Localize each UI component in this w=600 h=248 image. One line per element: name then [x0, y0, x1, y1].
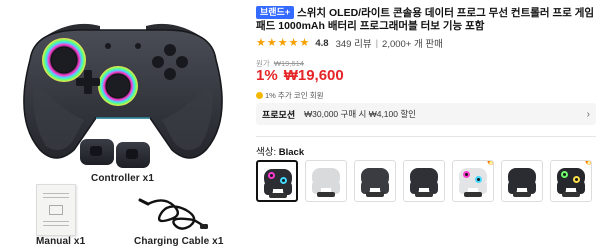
- coin-icon: [256, 92, 263, 99]
- color-swatch[interactable]: 🔥: [550, 160, 592, 202]
- color-swatch[interactable]: [305, 160, 347, 202]
- chevron-right-icon: ›: [586, 108, 590, 120]
- separator-dot: |: [375, 37, 379, 49]
- color-value: Black: [278, 147, 305, 158]
- rating-row: ★ ★ ★ ★ ★ 4.8 349 리뷰 | 2,000+ 개 판매: [256, 36, 443, 50]
- coin-text: 1% 추가 코인 회원: [265, 91, 324, 100]
- color-swatch[interactable]: 🔥: [452, 160, 494, 202]
- caption-manual: Manual x1: [36, 236, 86, 247]
- flame-icon: 🔥: [486, 161, 493, 165]
- swatch-accessory: [269, 193, 287, 198]
- rating-value: 4.8: [315, 37, 329, 49]
- caption-cable: Charging Cable x1: [134, 236, 224, 247]
- coin-row: 1% 추가 코인 회원: [256, 90, 324, 101]
- swatch-accessory: [415, 192, 433, 197]
- color-swatches: 🔥🔥: [256, 160, 592, 202]
- swatch-rgb-ring: [268, 172, 275, 179]
- color-swatch[interactable]: [354, 160, 396, 202]
- star-icon: ★: [277, 37, 288, 49]
- star-icon: ★: [288, 37, 299, 49]
- cable-image: [138, 198, 208, 230]
- star-icon: ★: [256, 37, 266, 49]
- promotion-banner[interactable]: 프로모션 ₩30,000 구매 시 ₩4,100 할인 ›: [256, 103, 596, 125]
- swatch-accessory: [513, 192, 531, 197]
- star-icon: ★: [299, 37, 310, 49]
- swatch-rgb-ring: [561, 171, 568, 178]
- purchase-count: 2,000+ 개 판매: [382, 39, 443, 50]
- color-swatch[interactable]: [501, 160, 543, 202]
- manual-image: [36, 184, 76, 236]
- controller-image[interactable]: Controller x1: [0, 0, 246, 184]
- color-selection-label: 색상: Black: [256, 144, 304, 158]
- brand-badge: 브랜드+: [256, 6, 295, 19]
- promotion-label: 프로모션: [262, 109, 296, 120]
- promotion-text: ₩30,000 구매 시 ₩4,100 할인: [304, 109, 416, 119]
- sale-price: ₩19,600: [283, 67, 344, 84]
- back-paddle-right: [116, 142, 150, 168]
- product-gallery: Controller x1 Manual x1 Charging Cable x…: [0, 0, 246, 248]
- color-swatch[interactable]: [403, 160, 445, 202]
- caption-controller: Controller x1: [91, 173, 154, 184]
- review-count-link[interactable]: 349 리뷰: [336, 36, 372, 50]
- color-swatch[interactable]: [256, 160, 298, 202]
- swatch-rgb-ring: [280, 177, 287, 184]
- swatch-accessory: [562, 192, 580, 197]
- product-title-text: 스위치 OLED/라이트 콘솔용 데이터 프로그 무선 컨트롤러 프로 게임패드…: [256, 7, 595, 32]
- swatch-accessory: [317, 192, 335, 197]
- swatch-rgb-ring: [463, 171, 470, 178]
- divider: [256, 136, 596, 137]
- price-row: 1% ₩19,600: [256, 67, 344, 84]
- color-label: 색상:: [256, 147, 277, 158]
- discount-percent: 1%: [256, 67, 278, 84]
- flame-icon: 🔥: [584, 161, 591, 165]
- swatch-rgb-ring: [573, 176, 580, 183]
- swatch-accessory: [366, 192, 384, 197]
- back-paddle-left: [80, 139, 114, 165]
- star-icon: ★: [266, 37, 277, 49]
- product-details: 브랜드+ 스위치 OLED/라이트 콘솔용 데이터 프로그 무선 컨트롤러 프로 …: [256, 0, 600, 248]
- product-title: 브랜드+ 스위치 OLED/라이트 콘솔용 데이터 프로그 무선 컨트롤러 프로 …: [256, 6, 596, 33]
- swatch-rgb-ring: [475, 176, 482, 183]
- swatch-accessory: [464, 192, 482, 197]
